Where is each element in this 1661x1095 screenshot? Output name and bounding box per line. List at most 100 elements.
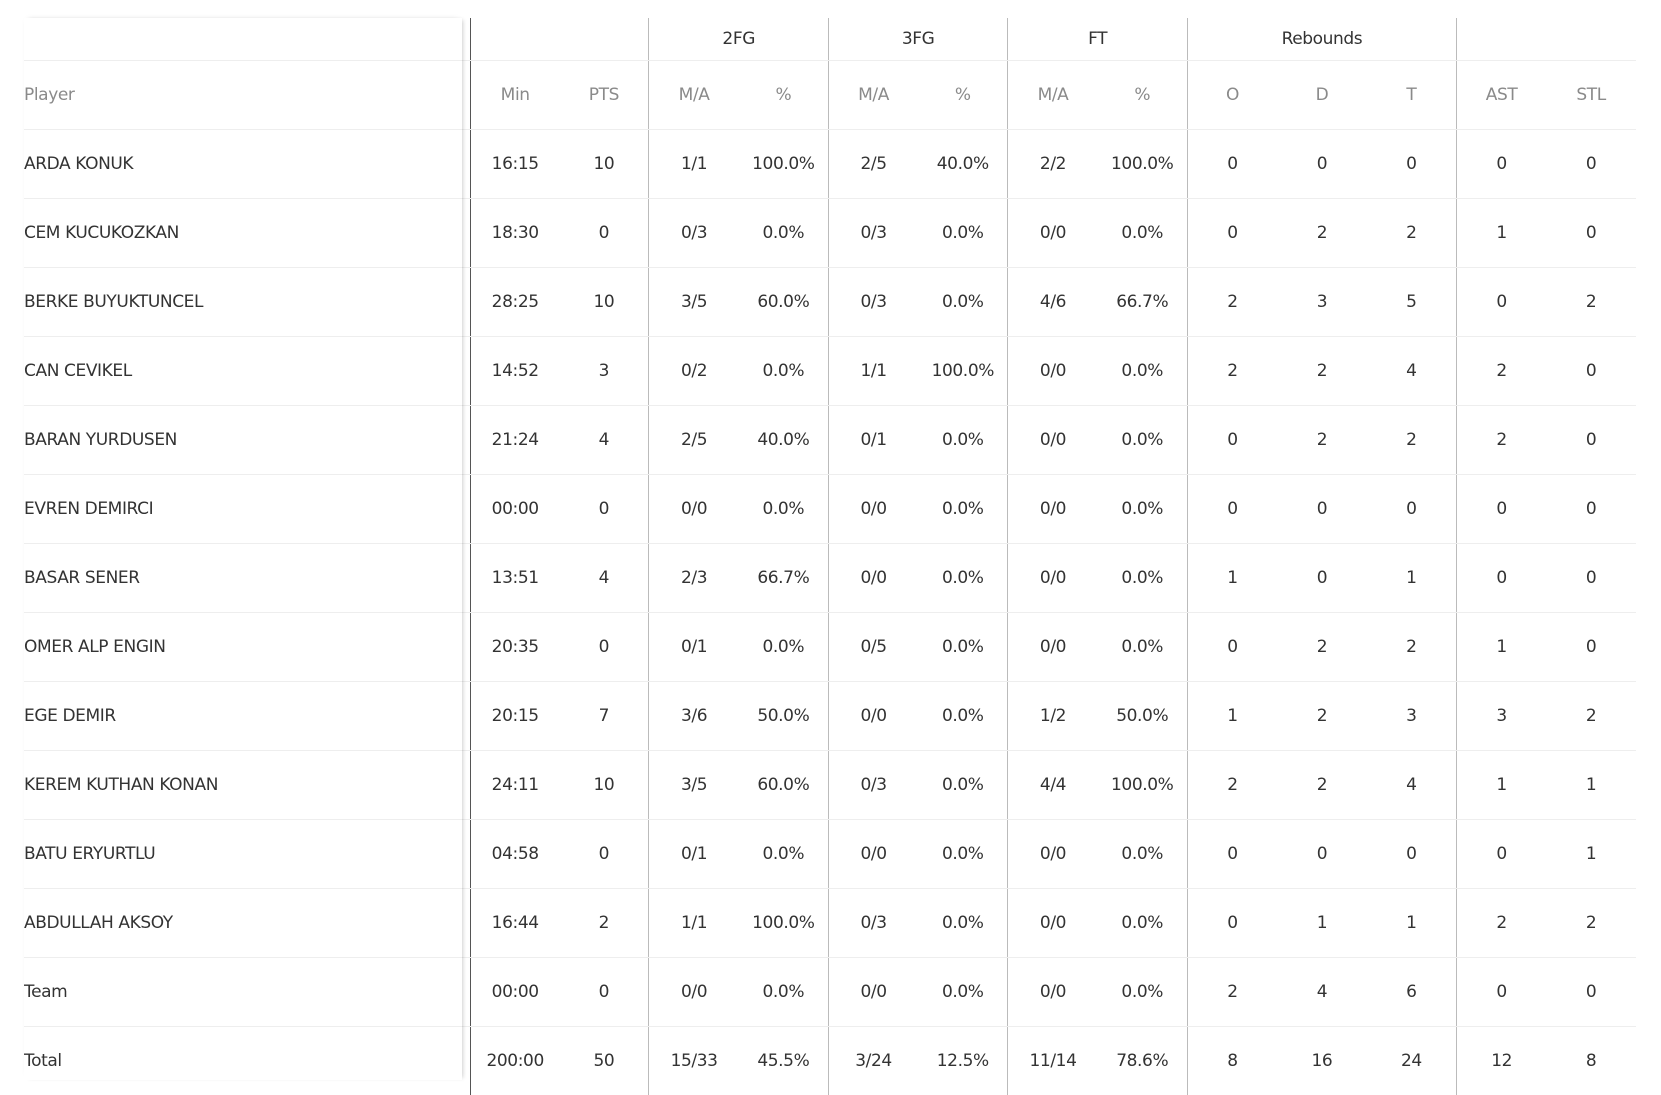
cell-2fg-ma: 0/0 <box>649 475 739 544</box>
column-header-pts[interactable]: PTS <box>559 61 649 130</box>
player-name[interactable]: CAN CEVIKEL <box>24 337 471 406</box>
group-header-other <box>1457 18 1637 61</box>
cell-2fg-pct: 0.0% <box>739 820 829 889</box>
cell-min: 16:44 <box>471 889 560 958</box>
player-name[interactable]: ABDULLAH AKSOY <box>24 889 471 958</box>
cell-pts: 2 <box>559 889 649 958</box>
player-name[interactable]: Team <box>24 958 471 1027</box>
player-name[interactable]: Total <box>24 1027 471 1095</box>
cell-3fg-pct: 100.0% <box>918 337 1008 406</box>
cell-reb-d: 16 <box>1277 1027 1367 1095</box>
cell-pts: 0 <box>559 475 649 544</box>
cell-ast: 0 <box>1457 475 1547 544</box>
cell-reb-o: 1 <box>1187 544 1277 613</box>
cell-3fg-pct: 0.0% <box>918 544 1008 613</box>
cell-ft-ma: 4/6 <box>1008 268 1098 337</box>
cell-reb-o: 0 <box>1187 889 1277 958</box>
cell-2fg-ma: 2/5 <box>649 406 739 475</box>
cell-2fg-pct: 0.0% <box>739 475 829 544</box>
box-score-table: 2FG 3FG FT Rebounds Player Min PTS M/A %… <box>24 18 1636 1095</box>
cell-reb-d: 2 <box>1277 406 1367 475</box>
table-row: ARDA KONUK 16:15 10 1/1 100.0% 2/5 40.0%… <box>24 130 1636 199</box>
column-header-row: Player Min PTS M/A % M/A % M/A % O D T A… <box>24 61 1636 130</box>
cell-pts: 7 <box>559 682 649 751</box>
cell-3fg-ma: 0/3 <box>828 889 918 958</box>
cell-ft-pct: 0.0% <box>1098 820 1188 889</box>
player-name[interactable]: KEREM KUTHAN KONAN <box>24 751 471 820</box>
cell-3fg-pct: 0.0% <box>918 751 1008 820</box>
cell-min: 14:52 <box>471 337 560 406</box>
cell-reb-o: 0 <box>1187 475 1277 544</box>
column-header-min[interactable]: Min <box>471 61 560 130</box>
cell-reb-o: 0 <box>1187 406 1277 475</box>
column-header-ft-pct[interactable]: % <box>1098 61 1188 130</box>
column-header-player[interactable]: Player <box>24 61 471 130</box>
table-row: BARAN YURDUSEN 21:24 4 2/5 40.0% 0/1 0.0… <box>24 406 1636 475</box>
column-header-ast[interactable]: AST <box>1457 61 1547 130</box>
table-row: Team 00:00 0 0/0 0.0% 0/0 0.0% 0/0 0.0% … <box>24 958 1636 1027</box>
column-header-reb-o[interactable]: O <box>1187 61 1277 130</box>
table-row: CAN CEVIKEL 14:52 3 0/2 0.0% 1/1 100.0% … <box>24 337 1636 406</box>
cell-min: 28:25 <box>471 268 560 337</box>
cell-stl: 0 <box>1546 544 1636 613</box>
cell-reb-o: 2 <box>1187 268 1277 337</box>
cell-reb-d: 0 <box>1277 475 1367 544</box>
column-header-3fg-pct[interactable]: % <box>918 61 1008 130</box>
column-header-stl[interactable]: STL <box>1546 61 1636 130</box>
player-name[interactable]: CEM KUCUKOZKAN <box>24 199 471 268</box>
cell-ft-ma: 0/0 <box>1008 613 1098 682</box>
column-header-2fg-ma[interactable]: M/A <box>649 61 739 130</box>
cell-min: 200:00 <box>471 1027 560 1095</box>
cell-ft-pct: 0.0% <box>1098 889 1188 958</box>
player-name[interactable]: BARAN YURDUSEN <box>24 406 471 475</box>
cell-ft-pct: 66.7% <box>1098 268 1188 337</box>
cell-reb-o: 0 <box>1187 199 1277 268</box>
player-name[interactable]: OMER ALP ENGIN <box>24 613 471 682</box>
cell-reb-d: 0 <box>1277 544 1367 613</box>
cell-3fg-pct: 0.0% <box>918 889 1008 958</box>
cell-2fg-ma: 0/2 <box>649 337 739 406</box>
cell-reb-t: 2 <box>1367 613 1457 682</box>
cell-reb-t: 1 <box>1367 544 1457 613</box>
cell-ft-pct: 50.0% <box>1098 682 1188 751</box>
column-header-2fg-pct[interactable]: % <box>739 61 829 130</box>
cell-2fg-ma: 0/0 <box>649 958 739 1027</box>
table-row: CEM KUCUKOZKAN 18:30 0 0/3 0.0% 0/3 0.0%… <box>24 199 1636 268</box>
player-name[interactable]: BERKE BUYUKTUNCEL <box>24 268 471 337</box>
player-name[interactable]: EGE DEMIR <box>24 682 471 751</box>
group-header-rebounds: Rebounds <box>1187 18 1456 61</box>
cell-reb-d: 4 <box>1277 958 1367 1027</box>
player-name[interactable]: EVREN DEMIRCI <box>24 475 471 544</box>
cell-2fg-ma: 3/5 <box>649 751 739 820</box>
column-header-ft-ma[interactable]: M/A <box>1008 61 1098 130</box>
cell-ft-ma: 0/0 <box>1008 337 1098 406</box>
cell-reb-d: 1 <box>1277 889 1367 958</box>
cell-reb-d: 0 <box>1277 820 1367 889</box>
cell-pts: 50 <box>559 1027 649 1095</box>
cell-ft-pct: 0.0% <box>1098 475 1188 544</box>
player-name[interactable]: BATU ERYURTLU <box>24 820 471 889</box>
cell-ast: 0 <box>1457 130 1547 199</box>
cell-2fg-pct: 66.7% <box>739 544 829 613</box>
cell-stl: 0 <box>1546 406 1636 475</box>
table-row: BASAR SENER 13:51 4 2/3 66.7% 0/0 0.0% 0… <box>24 544 1636 613</box>
cell-stl: 0 <box>1546 199 1636 268</box>
cell-3fg-pct: 0.0% <box>918 613 1008 682</box>
cell-ast: 3 <box>1457 682 1547 751</box>
cell-ft-pct: 100.0% <box>1098 130 1188 199</box>
table-row: Total 200:00 50 15/33 45.5% 3/24 12.5% 1… <box>24 1027 1636 1095</box>
group-header-2fg: 2FG <box>649 18 828 61</box>
player-name[interactable]: BASAR SENER <box>24 544 471 613</box>
table-row: OMER ALP ENGIN 20:35 0 0/1 0.0% 0/5 0.0%… <box>24 613 1636 682</box>
column-header-3fg-ma[interactable]: M/A <box>828 61 918 130</box>
cell-3fg-ma: 0/3 <box>828 751 918 820</box>
cell-stl: 1 <box>1546 820 1636 889</box>
cell-3fg-ma: 0/1 <box>828 406 918 475</box>
column-header-reb-t[interactable]: T <box>1367 61 1457 130</box>
cell-pts: 10 <box>559 751 649 820</box>
player-name[interactable]: ARDA KONUK <box>24 130 471 199</box>
column-header-reb-d[interactable]: D <box>1277 61 1367 130</box>
cell-reb-o: 8 <box>1187 1027 1277 1095</box>
cell-3fg-pct: 0.0% <box>918 199 1008 268</box>
cell-2fg-pct: 60.0% <box>739 268 829 337</box>
